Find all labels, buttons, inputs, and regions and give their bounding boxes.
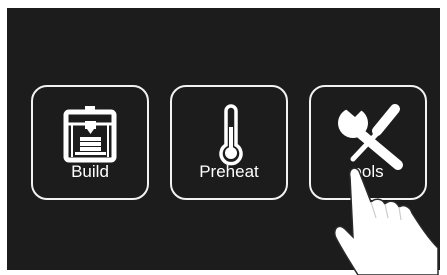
build-button[interactable]: Build bbox=[31, 85, 149, 200]
build-label: Build bbox=[71, 162, 109, 181]
preheat-button[interactable]: Preheat bbox=[170, 85, 288, 200]
pointing-hand-icon bbox=[333, 167, 439, 275]
3d-printer-icon bbox=[63, 106, 117, 163]
preheat-label: Preheat bbox=[199, 162, 259, 181]
thermometer-icon bbox=[219, 104, 243, 166]
